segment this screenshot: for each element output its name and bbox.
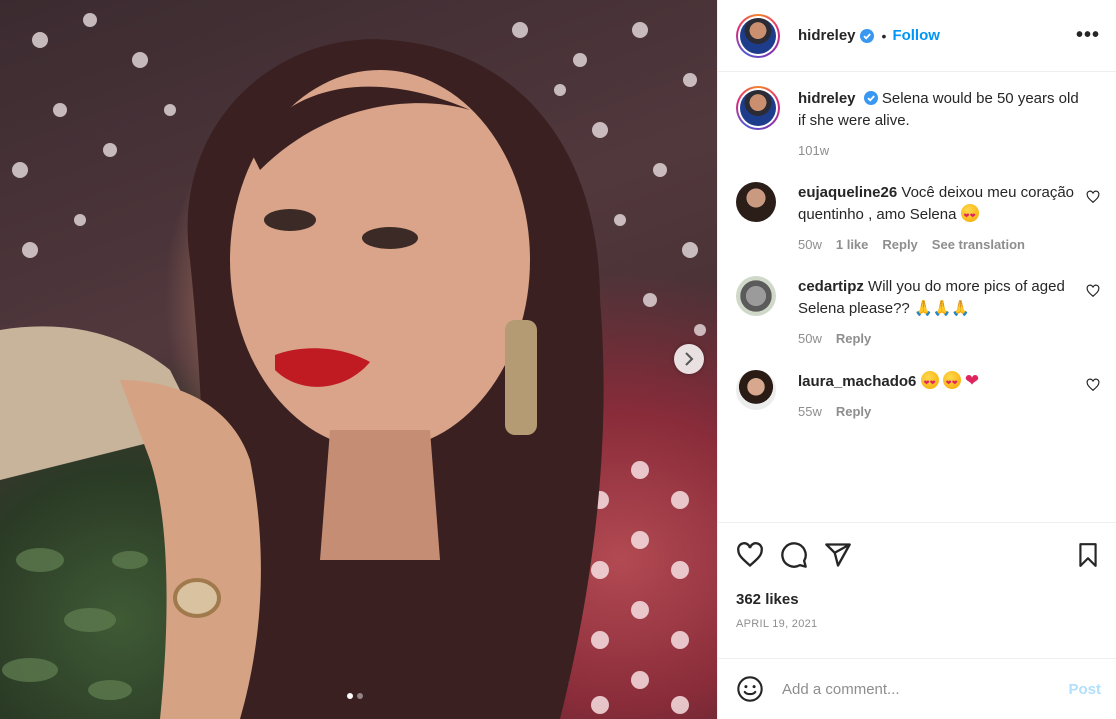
reply-button[interactable]: Reply: [836, 328, 871, 350]
reply-button[interactable]: Reply: [882, 234, 917, 256]
commenter-avatar[interactable]: [736, 276, 776, 316]
reply-button[interactable]: Reply: [836, 401, 871, 423]
verified-badge-icon: [863, 91, 878, 105]
list-item: cedartipz Will you do more pics of aged …: [736, 276, 1100, 350]
carousel-indicator: [347, 693, 363, 699]
heart-eyes-emoji-icon: [920, 371, 939, 395]
post-comment-button[interactable]: Post: [1068, 681, 1101, 698]
like-comment-heart-icon[interactable]: [1086, 378, 1100, 392]
portrait-photo: [0, 13, 706, 719]
see-translation-button[interactable]: See translation: [932, 234, 1025, 256]
heart-eyes-emoji-icon: [942, 371, 961, 395]
follow-button[interactable]: Follow: [892, 27, 940, 44]
post-image[interactable]: [0, 0, 717, 719]
commenter-avatar[interactable]: [736, 182, 776, 222]
save-bookmark-icon[interactable]: [1075, 541, 1101, 569]
post-actions: 362 likes APRIL 19, 2021: [718, 522, 1116, 630]
caption-username[interactable]: hidreley: [798, 90, 856, 107]
share-send-icon[interactable]: [824, 541, 852, 569]
more-options-icon[interactable]: •••: [1076, 24, 1100, 47]
emoji-smiley-icon[interactable]: [736, 675, 764, 703]
list-item: laura_machado6 ❤ 55w Reply: [736, 370, 1100, 423]
like-heart-icon[interactable]: [736, 541, 764, 569]
post-date: APRIL 19, 2021: [736, 618, 818, 630]
add-comment-bar: Post: [718, 658, 1116, 719]
comment-username[interactable]: laura_machado6: [798, 373, 916, 390]
comment-username[interactable]: cedartipz: [798, 278, 864, 295]
comment-time: 50w: [798, 331, 822, 346]
comment-time: 55w: [798, 404, 822, 419]
verified-badge-icon: [859, 28, 874, 43]
carousel-dot: [357, 693, 363, 699]
author-avatar[interactable]: [736, 13, 780, 58]
add-comment-input[interactable]: [782, 680, 1069, 698]
carousel-dot: [347, 693, 353, 699]
list-item: eujaqueline26 Você deixou meu coração qu…: [736, 182, 1100, 256]
chevron-right-icon: [685, 352, 694, 366]
folded-hands-emoji-icon: 🙏🙏🙏: [913, 300, 970, 317]
comment-likes-link[interactable]: 1 like: [836, 234, 869, 256]
post-header: hidreley • Follow •••: [718, 0, 1116, 72]
comment-username[interactable]: eujaqueline26: [798, 184, 897, 201]
heart-eyes-emoji-icon: [960, 204, 979, 228]
comment-bubble-icon[interactable]: [780, 541, 808, 569]
comments-list: hidreley Selena would be 50 years old if…: [718, 72, 1116, 522]
caption-avatar[interactable]: [736, 86, 780, 130]
commenter-avatar[interactable]: [736, 370, 776, 410]
likes-count[interactable]: 362 likes: [736, 591, 1101, 608]
caption: hidreley Selena would be 50 years old if…: [736, 86, 1100, 162]
header-separator: •: [881, 27, 887, 44]
author-username[interactable]: hidreley: [798, 27, 856, 44]
post-side-panel: hidreley • Follow ••• hidreley Selena wo…: [717, 0, 1116, 719]
like-comment-heart-icon[interactable]: [1086, 190, 1100, 204]
caption-time: 101w: [798, 143, 830, 158]
comment-time: 50w: [798, 237, 822, 252]
like-comment-heart-icon[interactable]: [1086, 284, 1100, 298]
red-heart-emoji-icon: ❤: [964, 371, 980, 390]
carousel-next-button[interactable]: [674, 344, 704, 374]
